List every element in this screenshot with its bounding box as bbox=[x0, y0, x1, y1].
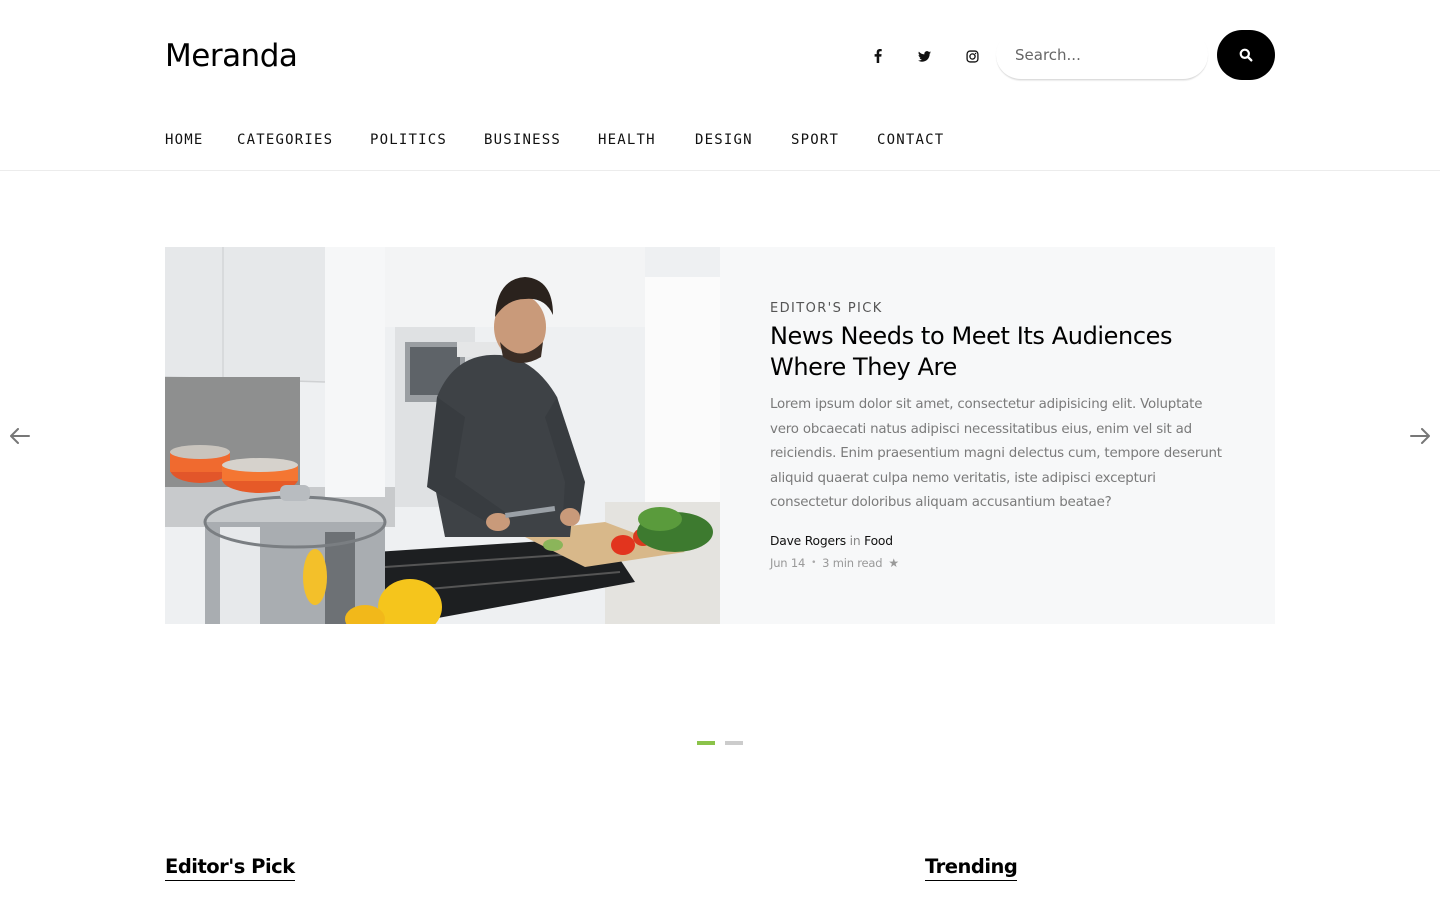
read-time: 3 min read bbox=[822, 556, 883, 570]
hero-byline: Dave Rogers in Food bbox=[770, 534, 893, 548]
in-word: in bbox=[849, 534, 861, 548]
meta-separator: • bbox=[811, 558, 817, 568]
bookmark-star-icon[interactable]: ★ bbox=[888, 556, 899, 570]
arrow-right-icon bbox=[1410, 428, 1430, 444]
slider-dot-1[interactable] bbox=[697, 741, 715, 745]
category-link[interactable]: Food bbox=[864, 534, 893, 548]
nav-item-contact[interactable]: CONTACT bbox=[877, 132, 944, 148]
nav-item-health[interactable]: HEALTH bbox=[598, 132, 656, 148]
hero-title[interactable]: News Needs to Meet Its Audiences Where T… bbox=[770, 321, 1230, 383]
hero-meta: Jun 14 • 3 min read ★ bbox=[770, 556, 899, 570]
nav-item-design[interactable]: DESIGN bbox=[695, 132, 753, 148]
search-input[interactable] bbox=[996, 30, 1208, 80]
search-button[interactable] bbox=[1217, 30, 1275, 80]
hero-eyebrow: EDITOR'S PICK bbox=[770, 301, 883, 316]
slider-next-arrow[interactable] bbox=[1409, 426, 1431, 446]
facebook-icon[interactable] bbox=[868, 46, 888, 66]
nav-item-politics[interactable]: POLITICS bbox=[370, 132, 447, 148]
hero-excerpt: Lorem ipsum dolor sit amet, consectetur … bbox=[770, 397, 1222, 510]
hero-image[interactable] bbox=[165, 247, 720, 624]
site-logo[interactable]: Meranda bbox=[165, 38, 298, 74]
section-heading-editors-pick: Editor's Pick bbox=[165, 855, 295, 881]
slider-prev-arrow[interactable] bbox=[9, 426, 31, 446]
nav-item-sport[interactable]: SPORT bbox=[791, 132, 839, 148]
featured-slider: EDITOR'S PICK News Needs to Meet Its Aud… bbox=[165, 247, 1275, 624]
nav-item-business[interactable]: BUSINESS bbox=[484, 132, 561, 148]
nav-item-home[interactable]: HOME bbox=[165, 132, 204, 148]
site-header: Meranda HOME CATEGORIES POLITICS BUSINES… bbox=[0, 0, 1440, 171]
arrow-left-icon bbox=[10, 428, 30, 444]
nav-item-categories[interactable]: CATEGORIES bbox=[237, 132, 333, 148]
search-icon bbox=[1239, 48, 1253, 62]
hero-content: EDITOR'S PICK News Needs to Meet Its Aud… bbox=[770, 247, 1230, 624]
slider-dot-2[interactable] bbox=[725, 741, 743, 745]
slider-dots bbox=[697, 741, 743, 745]
post-date: Jun 14 bbox=[770, 556, 806, 570]
section-heading-trending: Trending bbox=[925, 855, 1018, 881]
author-link[interactable]: Dave Rogers bbox=[770, 534, 846, 548]
instagram-icon[interactable] bbox=[962, 46, 982, 66]
twitter-icon[interactable] bbox=[914, 46, 934, 66]
